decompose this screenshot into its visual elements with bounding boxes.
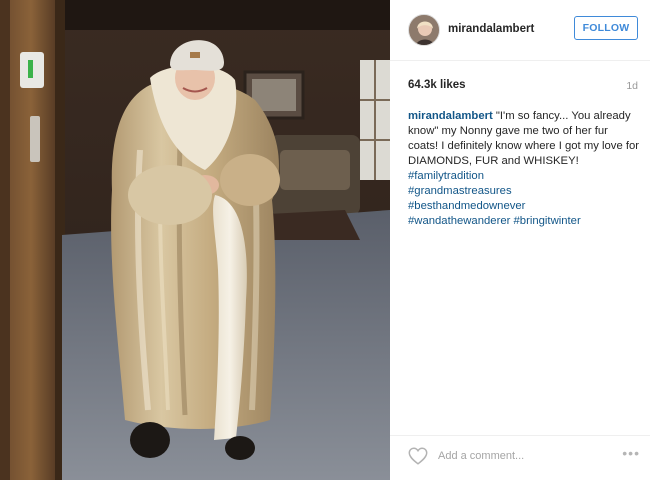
heart-outline-icon[interactable] [407, 445, 429, 467]
post-caption: mirandalambert "I'm so fancy... You alre… [408, 109, 640, 229]
comment-bar: Add a comment... ••• [390, 435, 650, 481]
post-header: mirandalambert FOLLOW [390, 0, 650, 61]
likes-count[interactable]: 64.3k likes [408, 79, 466, 91]
caption-username[interactable]: mirandalambert [408, 110, 493, 122]
username[interactable]: mirandalambert [448, 23, 534, 35]
hashtag-link[interactable]: #wandathewanderer [408, 215, 510, 227]
more-options-icon[interactable]: ••• [622, 445, 640, 461]
avatar[interactable] [408, 14, 440, 46]
comment-input[interactable]: Add a comment... [438, 450, 524, 462]
follow-button[interactable]: FOLLOW [574, 16, 638, 40]
photo-woman-in-fur-coat [0, 0, 390, 480]
hashtag-link[interactable]: #besthandmedownever [408, 200, 525, 212]
hashtag-link[interactable]: #bringitwinter [514, 215, 581, 227]
hashtag-link[interactable]: #familytradition [408, 170, 484, 182]
hashtag-link[interactable]: #grandmastreasures [408, 185, 512, 197]
post-timestamp[interactable]: 1d [626, 80, 638, 92]
post-sidebar: mirandalambert FOLLOW 64.3k likes 1d mir… [390, 0, 650, 480]
avatar-image [409, 15, 439, 45]
post-photo[interactable] [0, 0, 390, 480]
